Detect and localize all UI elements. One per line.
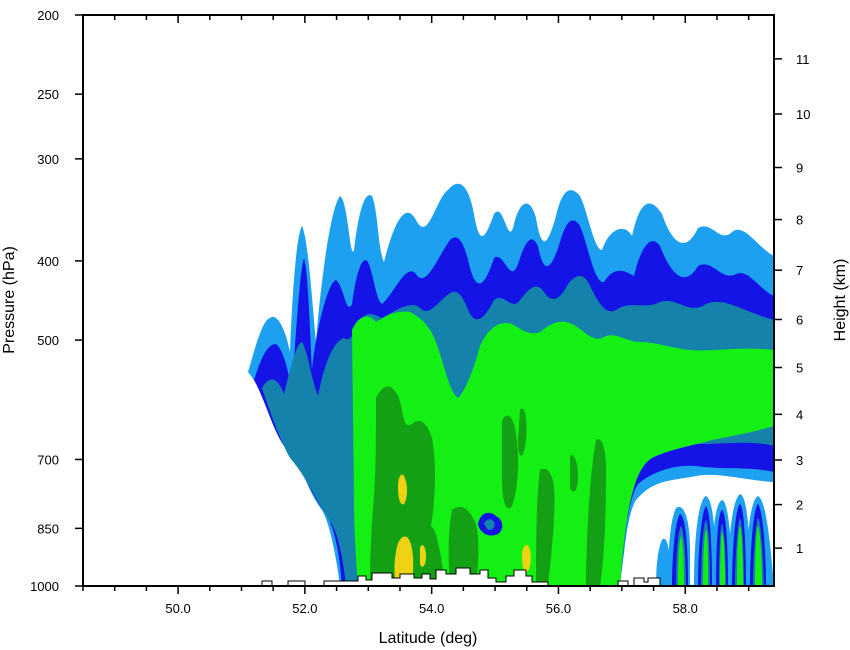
x-tick-label: 54.0 <box>419 601 444 616</box>
y-tick-label: 500 <box>37 333 59 348</box>
y2-tick-label: 4 <box>796 407 803 422</box>
y2-tick-label: 11 <box>796 52 810 67</box>
x-tick-label: 56.0 <box>546 601 571 616</box>
x-tick-label: 50.0 <box>165 601 190 616</box>
y-tick-label: 850 <box>37 521 59 536</box>
y-tick-label: 1000 <box>30 579 59 594</box>
y2-tick-label: 5 <box>796 361 803 376</box>
y2-tick-label: 3 <box>796 453 803 468</box>
chart: 50.0 52.0 54.0 56.0 58.020025030040050070085… <box>1 8 849 647</box>
y-tick-label: 300 <box>37 152 59 167</box>
x-tick-label: 58.0 <box>673 601 698 616</box>
y-tick-label: 250 <box>37 87 59 102</box>
y2-tick-label: 1 <box>796 541 803 556</box>
y-tick-label: 700 <box>37 452 59 467</box>
y2-axis-title: Height (km) <box>832 259 849 342</box>
x-tick-label: 52.0 <box>292 601 317 616</box>
y2-tick-label: 8 <box>796 213 803 228</box>
y-axis-title: Pressure (hPa) <box>1 246 18 354</box>
plot-area <box>248 183 774 586</box>
y2-tick-label: 2 <box>796 498 803 513</box>
y2-tick-label: 7 <box>796 263 803 278</box>
y2-tick-label: 6 <box>796 312 803 327</box>
y-tick-label: 200 <box>37 8 59 23</box>
y2-tick-label: 10 <box>796 107 810 122</box>
x-axis-title: Latitude (deg) <box>379 630 478 647</box>
y2-tick-label: 9 <box>796 161 803 176</box>
y-tick-label: 400 <box>37 254 59 269</box>
